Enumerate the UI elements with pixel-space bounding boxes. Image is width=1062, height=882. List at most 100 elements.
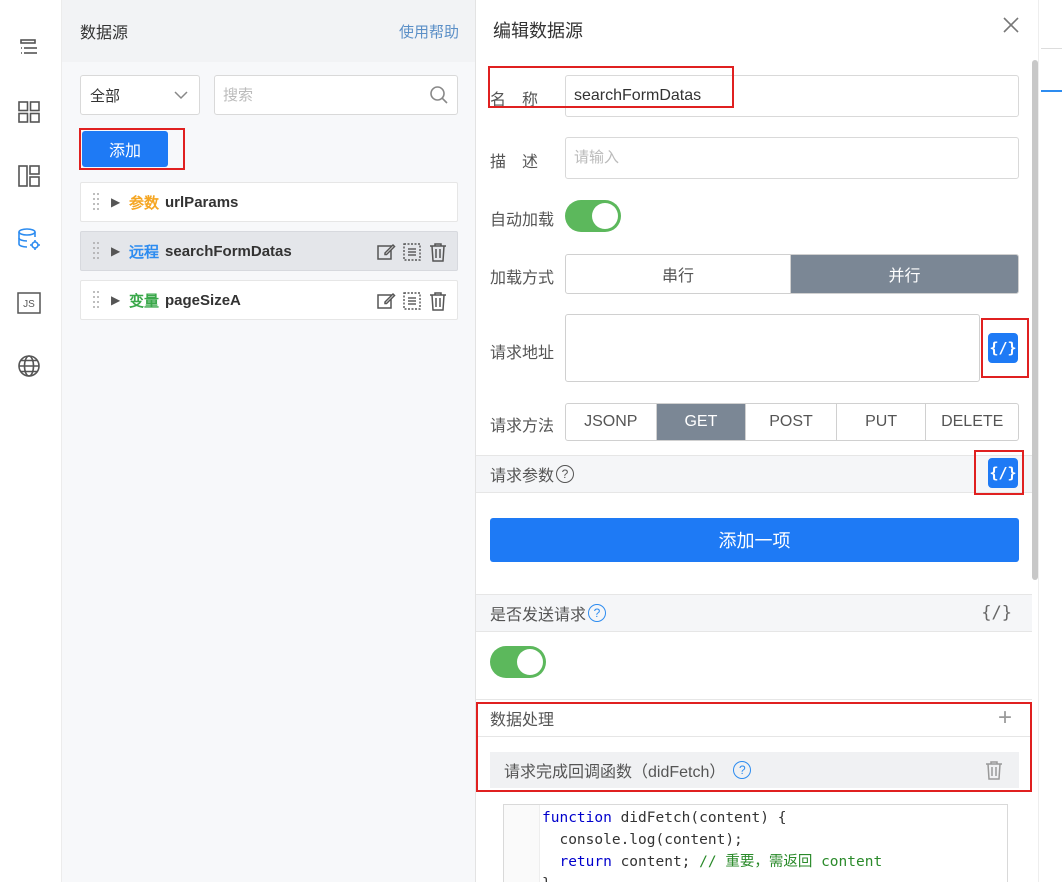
load-mode-label: 加载方式 [490,270,555,287]
edit-icon[interactable] [375,241,397,263]
item-actions [375,290,449,312]
datasource-editor: 编辑数据源 名 称 描 述 自动加载 加载方式 串行 并行 请求地址 {/} 请… [476,0,1038,882]
request-params-label: 请求参数 [490,468,555,485]
description-field-box [565,137,1019,179]
data-processing-label: 数据处理 [490,712,555,729]
name-input[interactable] [566,76,1018,116]
copy-icon[interactable] [401,241,423,263]
method-post[interactable]: POST [746,404,837,440]
description-label: 描 述 [490,154,539,171]
code-comment: // 重要，需返回 content [699,854,883,870]
description-input[interactable] [566,138,1018,178]
outline-icon[interactable] [14,33,44,63]
send-request-toggle[interactable] [490,646,546,678]
icon-rail: JS [0,0,62,882]
item-actions [375,241,449,263]
code-gutter [504,805,540,882]
help-icon[interactable]: ? [556,465,575,483]
drag-handle-icon[interactable] [81,191,111,213]
code-text: didFetch(content) { [611,810,787,826]
search-icon[interactable] [429,85,449,108]
autoload-toggle[interactable] [565,200,621,232]
editor-title: 编辑数据源 [493,21,583,41]
code-text: content; [611,854,700,870]
send-request-label: 是否发送请求 [490,607,587,624]
editor-header: 编辑数据源 [476,0,1038,60]
datasource-name: pageSizeA [165,291,241,309]
delete-icon[interactable] [427,241,449,263]
type-filter-select[interactable]: 全部 [80,75,200,115]
canvas-edge [1038,0,1062,882]
add-item-button[interactable]: 添加一项 [490,518,1019,562]
load-mode-segment: 串行 并行 [565,254,1019,294]
code-keyword: function [542,810,612,826]
load-mode-serial[interactable]: 串行 [566,255,791,293]
js-icon[interactable]: JS [14,288,44,318]
components-icon[interactable] [14,97,44,127]
datasource-icon[interactable] [14,225,44,255]
data-processing-section: 数据处理 + [476,699,1032,737]
help-link[interactable]: 使用帮助 [399,21,459,42]
datasource-item-urlParams[interactable]: ▶ 参数 urlParams [80,182,458,222]
layout-icon[interactable] [14,161,44,191]
code-editor[interactable]: function didFetch(content) { console.log… [503,804,1008,882]
type-filter-value: 全部 [90,87,121,105]
code-text: console.log(content); [542,832,743,848]
datasource-name: searchFormDatas [165,242,292,260]
datasource-item-searchFormDatas[interactable]: ▶ 远程 searchFormDatas [80,231,458,271]
panel-title: 数据源 [80,25,129,42]
send-request-section: 是否发送请求 ? {/} [476,594,1032,632]
globe-icon[interactable] [14,351,44,381]
svg-text:JS: JS [23,299,35,310]
expand-arrow-icon[interactable]: ▶ [111,195,129,209]
datasource-type-tag: 参数 [129,194,160,212]
datasource-panel: 数据源 使用帮助 全部 添加 ▶ 参数 urlParams ▶ 远程 searc… [62,0,476,882]
method-put[interactable]: PUT [837,404,927,440]
delete-icon[interactable] [985,760,1003,785]
name-label: 名 称 [490,92,539,109]
method-delete[interactable]: DELETE [926,404,1018,440]
didfetch-row[interactable]: 请求完成回调函数（didFetch） ? [490,752,1019,788]
code-keyword: return [542,854,612,870]
datasource-name: urlParams [165,193,239,211]
toggle-knob [517,649,543,675]
load-mode-parallel[interactable]: 并行 [791,255,1018,293]
close-icon[interactable] [1002,16,1020,34]
search-box [214,75,458,115]
search-input[interactable] [215,76,415,114]
expand-arrow-icon[interactable]: ▶ [111,244,129,258]
datasource-type-tag: 远程 [129,243,160,261]
datasource-item-pageSizeA[interactable]: ▶ 变量 pageSizeA [80,280,458,320]
code-content: function didFetch(content) { console.log… [542,807,882,882]
method-segment: JSONP GET POST PUT DELETE [565,403,1019,441]
send-code-button[interactable]: {/} [981,603,1012,623]
method-jsonp[interactable]: JSONP [566,404,657,440]
didfetch-label: 请求完成回调函数（didFetch） [504,764,726,781]
edit-icon[interactable] [375,290,397,312]
name-field-box [565,75,1019,117]
add-button-highlight: 添加 [79,128,185,170]
help-icon[interactable]: ? [733,761,752,779]
add-handler-icon[interactable]: + [998,704,1012,732]
active-tab-indicator [1041,90,1062,92]
method-get[interactable]: GET [656,404,747,440]
url-code-button[interactable]: {/} [988,333,1018,363]
params-code-button[interactable]: {/} [988,458,1018,488]
url-label: 请求地址 [490,345,555,362]
code-text: } [542,876,551,882]
copy-icon[interactable] [401,290,423,312]
url-input-box[interactable] [565,314,980,382]
expand-arrow-icon[interactable]: ▶ [111,293,129,307]
add-datasource-button[interactable]: 添加 [82,131,168,167]
toggle-knob [592,203,618,229]
divider [1041,48,1062,49]
delete-icon[interactable] [427,290,449,312]
method-label: 请求方法 [490,418,555,435]
autoload-label: 自动加载 [490,212,555,229]
drag-handle-icon[interactable] [81,240,111,262]
request-params-section: 请求参数 ? [476,455,1032,493]
help-icon[interactable]: ? [588,604,607,622]
datasource-type-tag: 变量 [129,292,160,310]
drag-handle-icon[interactable] [81,289,111,311]
datasource-panel-header: 数据源 使用帮助 [62,0,475,62]
